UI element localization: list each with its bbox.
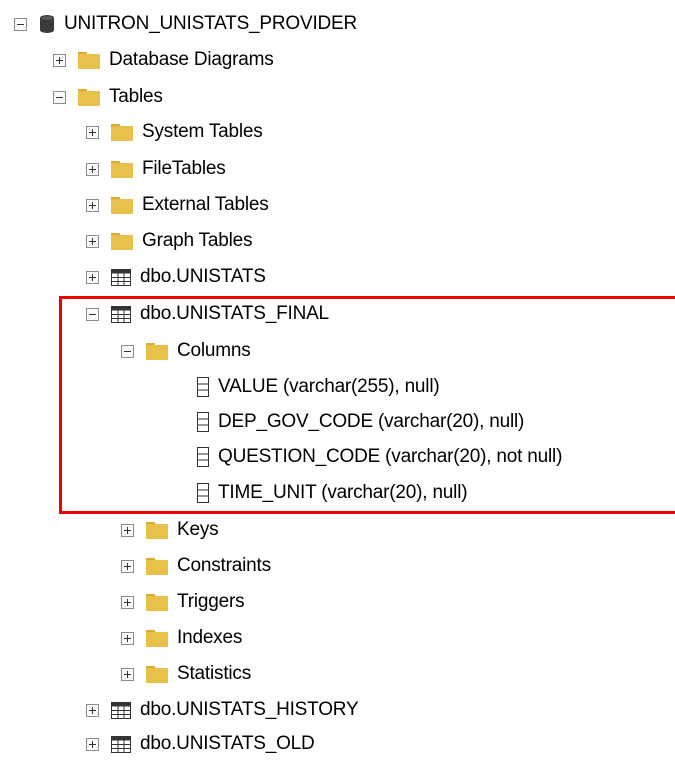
tree-node-label: DEP_GOV_CODE (varchar(20), null) — [218, 411, 525, 432]
tree-node-label: TIME_UNIT (varchar(20), null) — [218, 482, 468, 503]
tree-node-column[interactable]: QUESTION_CODE (varchar(20), not null) — [197, 440, 562, 474]
folder-icon — [78, 51, 100, 69]
database-icon — [39, 14, 55, 34]
tree-node-tables[interactable]: Tables — [53, 80, 163, 114]
tree-node-label: System Tables — [142, 121, 263, 142]
expand-toggle[interactable] — [121, 559, 134, 573]
tree-node-external-tables[interactable]: External Tables — [86, 188, 269, 222]
expand-toggle[interactable] — [86, 737, 99, 751]
collapse-toggle[interactable] — [86, 307, 99, 321]
expand-toggle[interactable] — [86, 198, 99, 212]
tree-node-column[interactable]: VALUE (varchar(255), null) — [197, 370, 440, 404]
expand-toggle[interactable] — [121, 595, 134, 609]
tree-node-label: Graph Tables — [142, 230, 253, 251]
expand-toggle[interactable] — [86, 234, 99, 248]
folder-icon — [146, 629, 168, 647]
expand-toggle[interactable] — [121, 631, 134, 645]
tree-node-system-tables[interactable]: System Tables — [86, 115, 263, 149]
expand-toggle[interactable] — [86, 162, 99, 176]
tree-node-indexes[interactable]: Indexes — [121, 621, 242, 655]
tree-node-label: Columns — [177, 340, 251, 361]
folder-icon — [78, 88, 100, 106]
tree-node-label: Database Diagrams — [109, 49, 274, 70]
tree-node-label: Keys — [177, 519, 219, 540]
column-icon — [197, 483, 209, 503]
table-icon — [111, 735, 131, 753]
expand-toggle[interactable] — [121, 523, 134, 537]
folder-icon — [111, 196, 133, 214]
folder-icon — [111, 232, 133, 250]
expand-toggle[interactable] — [53, 53, 66, 67]
tree-node-label: Triggers — [177, 591, 245, 612]
folder-icon — [111, 123, 133, 141]
expand-toggle[interactable] — [86, 270, 99, 284]
tree-node-label: FileTables — [142, 158, 226, 179]
tree-node-label: dbo.UNISTATS_HISTORY — [140, 699, 359, 720]
tree-node-label: Constraints — [177, 555, 271, 576]
tree-node-database[interactable]: UNITRON_UNISTATS_PROVIDER — [14, 7, 357, 41]
tree-node-label: Statistics — [177, 663, 252, 684]
tree-node-triggers[interactable]: Triggers — [121, 585, 245, 619]
expand-toggle[interactable] — [121, 667, 134, 681]
tree-node-table-unistats-final[interactable]: dbo.UNISTATS_FINAL — [86, 297, 329, 331]
tree-node-keys[interactable]: Keys — [121, 513, 219, 547]
table-icon — [111, 305, 131, 323]
expand-toggle[interactable] — [86, 125, 99, 139]
tree-node-label: UNITRON_UNISTATS_PROVIDER — [64, 13, 358, 34]
folder-icon — [111, 160, 133, 178]
column-icon — [197, 447, 209, 467]
tree-node-label: dbo.UNISTATS — [140, 266, 266, 287]
folder-icon — [146, 593, 168, 611]
tree-node-file-tables[interactable]: FileTables — [86, 152, 226, 186]
table-icon — [111, 701, 131, 719]
folder-icon — [146, 521, 168, 539]
tree-node-label: VALUE (varchar(255), null) — [218, 376, 440, 397]
tree-node-table-unistats[interactable]: dbo.UNISTATS — [86, 260, 266, 294]
tree-node-column[interactable]: DEP_GOV_CODE (varchar(20), null) — [197, 405, 524, 439]
table-icon — [111, 268, 131, 286]
tree-node-label: External Tables — [142, 194, 269, 215]
tree-node-columns[interactable]: Columns — [121, 334, 251, 368]
tree-node-label: Indexes — [177, 627, 243, 648]
tree-node-label: dbo.UNISTATS_OLD — [140, 733, 315, 754]
column-icon — [197, 377, 209, 397]
tree-node-constraints[interactable]: Constraints — [121, 549, 271, 583]
tree-node-column[interactable]: TIME_UNIT (varchar(20), null) — [197, 476, 468, 510]
folder-icon — [146, 342, 168, 360]
collapse-toggle[interactable] — [53, 90, 66, 104]
tree-node-statistics[interactable]: Statistics — [121, 657, 251, 691]
column-icon — [197, 412, 209, 432]
tree-node-graph-tables[interactable]: Graph Tables — [86, 224, 252, 258]
tree-node-label: dbo.UNISTATS_FINAL — [140, 303, 329, 324]
collapse-toggle[interactable] — [121, 344, 134, 358]
tree-node-label: QUESTION_CODE (varchar(20), not null) — [218, 446, 563, 467]
tree-node-label: Tables — [109, 86, 163, 107]
folder-icon — [146, 665, 168, 683]
folder-icon — [146, 557, 168, 575]
tree-node-database-diagrams[interactable]: Database Diagrams — [53, 43, 274, 77]
tree-node-table-unistats-history[interactable]: dbo.UNISTATS_HISTORY — [86, 693, 359, 727]
collapse-toggle[interactable] — [14, 17, 27, 31]
expand-toggle[interactable] — [86, 703, 99, 717]
